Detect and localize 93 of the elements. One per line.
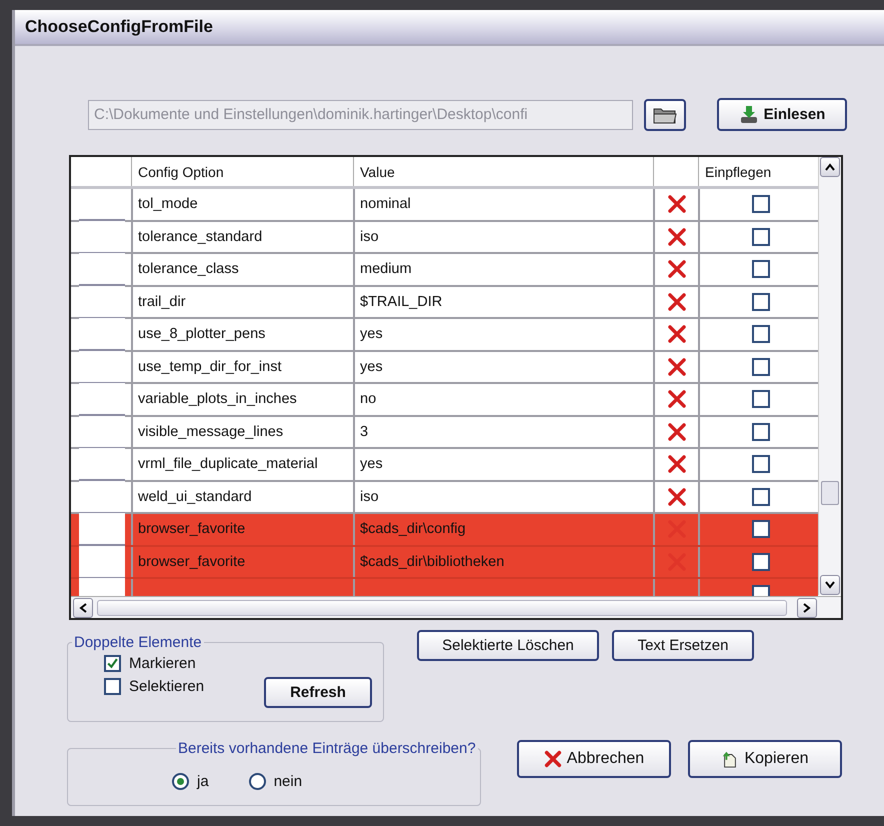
value-cell: medium bbox=[353, 254, 653, 284]
value-cell: 3 bbox=[353, 416, 653, 447]
option-cell: tolerance_standard bbox=[131, 222, 353, 252]
scrollbar-thumb[interactable] bbox=[97, 600, 787, 616]
option-cell: tolerance_class bbox=[131, 254, 353, 284]
checkbox[interactable] bbox=[752, 455, 770, 474]
table-row[interactable]: visible_message_lines 3 bbox=[71, 416, 818, 449]
option-cell: vrml_file_duplicate_material bbox=[131, 449, 353, 480]
value-cell: iso bbox=[353, 222, 653, 252]
value-cell: yes bbox=[353, 449, 653, 480]
scroll-right-button[interactable] bbox=[797, 598, 817, 618]
window-title: ChooseConfigFromFile bbox=[25, 17, 213, 37]
radio-button[interactable] bbox=[172, 772, 189, 790]
column-header[interactable]: Value bbox=[353, 157, 653, 186]
option-cell: weld_ui_standard bbox=[131, 482, 353, 512]
checkbox[interactable] bbox=[752, 358, 770, 376]
table-row[interactable]: vrml_file_duplicate_material yes bbox=[71, 449, 818, 482]
checkbox[interactable] bbox=[104, 655, 121, 672]
copy-button[interactable]: Kopieren bbox=[688, 740, 842, 778]
table-row[interactable]: tol_mode nominal bbox=[71, 189, 818, 222]
checkbox-label[interactable]: Selektieren bbox=[129, 678, 204, 695]
table-row[interactable]: variable_plots_in_inches no bbox=[71, 384, 818, 416]
cancel-button[interactable]: Abbrechen bbox=[517, 740, 671, 778]
delete-icon[interactable] bbox=[666, 194, 686, 214]
checkbox[interactable] bbox=[752, 390, 770, 408]
scroll-left-button[interactable] bbox=[73, 598, 93, 618]
row-header[interactable] bbox=[79, 546, 125, 578]
caret-up-icon bbox=[825, 163, 836, 171]
group-title: Bereits vorhandene Einträge überschreiben? bbox=[177, 740, 477, 757]
checkbox[interactable] bbox=[752, 422, 770, 441]
delete-icon[interactable] bbox=[666, 356, 686, 377]
radio-button[interactable] bbox=[248, 772, 266, 790]
table-row[interactable]: tolerance_class medium bbox=[71, 254, 818, 286]
folder-icon bbox=[653, 106, 677, 124]
checkbox[interactable] bbox=[752, 260, 770, 278]
delete-icon[interactable] bbox=[666, 422, 686, 442]
table-row[interactable]: trail_dir $TRAIL_DIR bbox=[71, 286, 818, 319]
delete-icon[interactable] bbox=[666, 389, 686, 410]
value-cell: $cads_dir\bibliotheken bbox=[353, 546, 653, 577]
option-cell: use_temp_dir_for_inst bbox=[131, 352, 353, 382]
group-title: Doppelte Elemente bbox=[73, 634, 203, 651]
value-cell: yes bbox=[353, 352, 653, 382]
browse-button[interactable] bbox=[644, 98, 686, 130]
download-icon bbox=[738, 104, 759, 124]
option-cell: variable_plots_in_inches bbox=[131, 384, 353, 414]
checkbox[interactable] bbox=[752, 292, 770, 311]
load-button[interactable]: Einlesen bbox=[717, 98, 847, 131]
delete-icon[interactable] bbox=[666, 324, 686, 344]
row-header[interactable] bbox=[79, 513, 125, 546]
delete-icon[interactable] bbox=[666, 292, 686, 312]
scroll-down-button[interactable] bbox=[820, 575, 840, 595]
checkbox[interactable] bbox=[104, 678, 121, 695]
checkbox[interactable] bbox=[752, 228, 770, 246]
scrollbar-thumb[interactable] bbox=[821, 481, 840, 505]
value-cell: nominal bbox=[353, 189, 653, 220]
table-row[interactable]: browser_favorite $cads_dir\config bbox=[71, 514, 818, 546]
option-cell: tol_mode bbox=[131, 189, 353, 220]
delete-icon[interactable] bbox=[666, 454, 686, 474]
checkbox[interactable] bbox=[752, 552, 770, 571]
cancel-icon bbox=[544, 750, 562, 768]
value-cell: yes bbox=[353, 319, 653, 350]
table-row[interactable]: tolerance_standard iso bbox=[71, 222, 818, 254]
checkbox[interactable] bbox=[752, 195, 770, 214]
checkbox-label[interactable]: Markieren bbox=[129, 655, 196, 672]
table-row[interactable]: use_8_plotter_pens yes bbox=[71, 319, 818, 352]
column-header[interactable]: Config Option bbox=[131, 157, 353, 186]
option-cell: browser_favorite bbox=[131, 514, 353, 544]
value-cell: $cads_dir\config bbox=[353, 514, 653, 544]
refresh-button[interactable]: Refresh bbox=[264, 677, 372, 708]
delete-icon[interactable] bbox=[666, 259, 686, 280]
option-cell: browser_favorite bbox=[131, 546, 353, 577]
table-row[interactable]: browser_favorite $cads_dir\bibliotheken bbox=[71, 546, 818, 579]
caret-down-icon bbox=[825, 581, 836, 589]
value-cell: no bbox=[353, 384, 653, 414]
option-cell: trail_dir bbox=[131, 286, 353, 317]
radio-label[interactable]: ja bbox=[197, 772, 209, 790]
scroll-up-button[interactable] bbox=[820, 157, 840, 177]
option-cell: use_8_plotter_pens bbox=[131, 319, 353, 350]
delete-icon[interactable] bbox=[666, 226, 686, 247]
checkbox[interactable] bbox=[752, 520, 770, 538]
option-cell: visible_message_lines bbox=[131, 416, 353, 447]
radio-label[interactable]: nein bbox=[274, 772, 302, 790]
delete-icon[interactable] bbox=[666, 486, 686, 507]
checkbox[interactable] bbox=[752, 325, 770, 344]
checkbox[interactable] bbox=[752, 585, 770, 597]
caret-right-icon bbox=[803, 602, 811, 612]
action-button[interactable]: Text Ersetzen bbox=[612, 630, 754, 661]
caret-left-icon bbox=[79, 602, 87, 612]
checkbox[interactable] bbox=[752, 488, 770, 506]
value-cell: $TRAIL_DIR bbox=[353, 286, 653, 317]
action-button[interactable]: Selektierte Löschen bbox=[417, 630, 599, 661]
table-row[interactable]: use_temp_dir_for_inst yes bbox=[71, 352, 818, 384]
value-cell: iso bbox=[353, 482, 653, 512]
